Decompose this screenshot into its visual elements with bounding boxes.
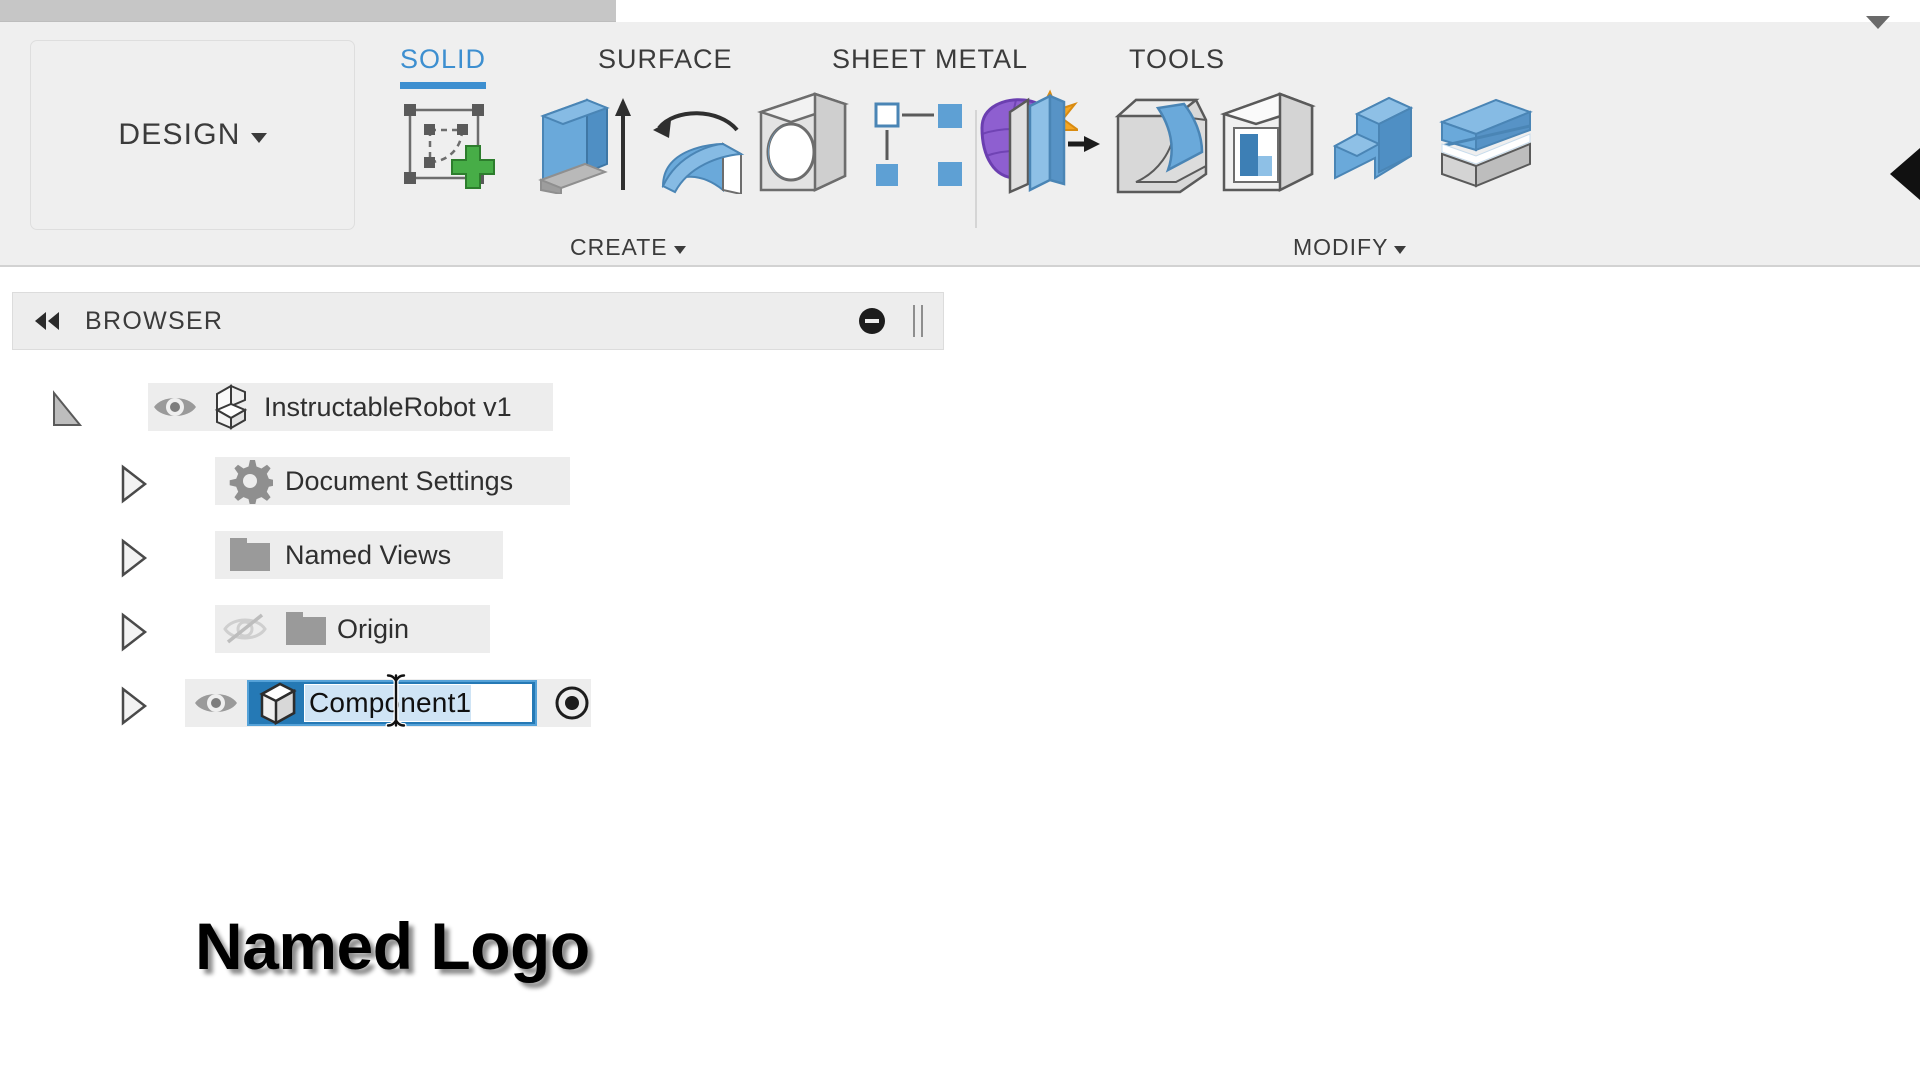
tree-row-document-settings-label: Document Settings <box>285 465 514 496</box>
folder-icon <box>275 609 337 649</box>
tab-sheet-metal[interactable]: SHEET METAL <box>832 44 1028 75</box>
panel-modify-label: MODIFY <box>1293 234 1389 260</box>
workspace-design-label: DESIGN <box>118 118 241 151</box>
expander-collapsed-icon[interactable] <box>118 685 148 726</box>
eye-visible-icon[interactable] <box>185 688 247 718</box>
tree-row-origin[interactable]: Origin <box>0 592 960 666</box>
tab-surface[interactable]: SURFACE <box>598 44 733 75</box>
expander-collapsed-icon[interactable] <box>118 463 148 504</box>
document-body-icon <box>202 382 264 432</box>
expander-collapsed-icon[interactable] <box>118 537 148 578</box>
ribbon-overflow-caret-icon[interactable] <box>1866 16 1890 29</box>
tree-row-origin-label: Origin <box>337 613 410 644</box>
tab-active-underline <box>400 82 487 89</box>
panel-create-label: CREATE <box>570 234 668 260</box>
split-face-icon[interactable] <box>1434 94 1538 199</box>
rectangular-pattern-icon[interactable] <box>872 100 968 195</box>
double-chevron-left-icon[interactable] <box>35 312 59 330</box>
tab-tools[interactable]: TOOLS <box>1129 44 1225 75</box>
browser-tree: InstructableRobot v1 Document Settings N… <box>0 370 960 740</box>
panel-label-modify[interactable]: MODIFY <box>1293 234 1407 261</box>
revolve-icon[interactable] <box>645 94 749 199</box>
tree-row-origin-pill[interactable]: Origin <box>215 605 490 653</box>
gear-icon <box>215 458 285 504</box>
component-name-value: Component1 <box>309 687 472 719</box>
tree-row-document-settings[interactable]: Document Settings <box>0 444 960 518</box>
chevron-down-icon <box>250 132 267 143</box>
tree-row-component-pill[interactable]: Component1 <box>185 679 591 727</box>
drag-grip-icon[interactable] <box>913 305 923 337</box>
tab-solid[interactable]: SOLID <box>400 44 487 89</box>
tree-row-root-pill[interactable]: InstructableRobot v1 <box>148 383 553 431</box>
tab-solid-label: SOLID <box>400 44 487 74</box>
eye-visible-icon[interactable] <box>148 392 202 422</box>
panel-label-create[interactable]: CREATE <box>570 234 686 261</box>
expander-expanded-icon[interactable] <box>50 389 83 426</box>
tree-row-component-editing[interactable]: Component1 <box>0 666 960 740</box>
create-sketch-icon[interactable] <box>400 100 496 197</box>
activate-component-target-icon[interactable] <box>553 684 591 722</box>
tree-row-named-views-pill[interactable]: Named Views <box>215 531 503 579</box>
chevron-down-icon <box>673 245 686 254</box>
press-pull-icon[interactable] <box>1002 92 1102 201</box>
expander-collapsed-icon[interactable] <box>118 611 148 652</box>
left-pointing-arrow-cursor <box>1890 148 1920 200</box>
component-cube-icon <box>252 680 304 726</box>
folder-icon <box>215 535 285 575</box>
tab-surface-label: SURFACE <box>598 44 733 74</box>
eye-hidden-icon[interactable] <box>215 612 275 646</box>
tree-row-root[interactable]: InstructableRobot v1 <box>0 370 960 444</box>
input-trailing-space <box>471 685 531 721</box>
tree-row-root-label: InstructableRobot v1 <box>264 391 512 422</box>
component-name-input[interactable]: Component1 <box>304 684 532 722</box>
minus-circle-icon[interactable] <box>859 308 885 334</box>
component-name-edit-field-wrapper[interactable]: Component1 <box>247 680 537 726</box>
chevron-down-icon <box>1394 245 1407 254</box>
extrude-icon[interactable] <box>535 94 633 199</box>
browser-panel-header: BROWSER <box>12 292 944 350</box>
combine-icon[interactable] <box>1327 94 1427 199</box>
fusion360-screen: DESIGN SOLID SURFACE SHEET METAL TOOLS C… <box>0 0 1920 1080</box>
workspace-design-button[interactable]: DESIGN <box>30 40 355 230</box>
named-logo-overlay: Named Logo <box>195 909 590 983</box>
tab-tools-label: TOOLS <box>1129 44 1226 74</box>
ribbon-separator <box>975 110 977 228</box>
tree-row-named-views[interactable]: Named Views <box>0 518 960 592</box>
hole-icon[interactable] <box>755 90 851 201</box>
tree-row-document-settings-pill[interactable]: Document Settings <box>215 457 570 505</box>
browser-title: BROWSER <box>85 306 224 335</box>
tab-sheet-metal-label: SHEET METAL <box>832 44 1029 74</box>
fillet-icon[interactable] <box>1110 92 1214 201</box>
shell-icon[interactable] <box>1218 90 1318 201</box>
title-bar-strip <box>0 0 616 22</box>
ribbon-toolbar: DESIGN SOLID SURFACE SHEET METAL TOOLS C… <box>0 16 1920 267</box>
tree-row-named-views-label: Named Views <box>285 539 452 570</box>
